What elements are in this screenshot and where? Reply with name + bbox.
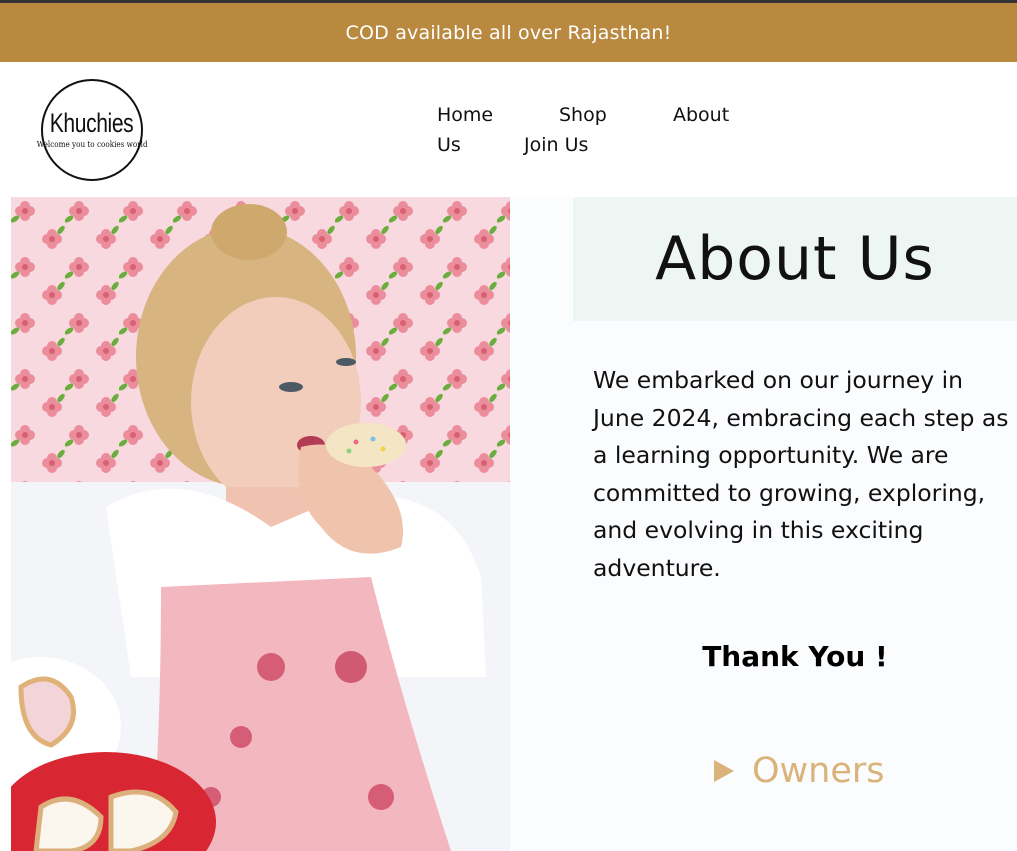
nav-home[interactable]: Home: [437, 104, 493, 126]
site-logo[interactable]: Khuchies Welcome you to cookies world: [37, 79, 147, 181]
owners-label: Owners: [752, 751, 885, 791]
about-description: We embarked on our journey in June 2024,…: [593, 366, 1009, 582]
site-header: Khuchies Welcome you to cookies world Ho…: [0, 62, 1017, 197]
nav-about-line2[interactable]: Us: [437, 134, 461, 156]
disclosure-triangle-icon: [714, 760, 734, 782]
owners-toggle[interactable]: Owners: [714, 751, 885, 791]
nav-shop[interactable]: Shop: [559, 104, 607, 126]
announcement-bar: COD available all over Rajasthan!: [0, 3, 1017, 62]
about-title: About Us: [655, 224, 935, 294]
nav-about-line1[interactable]: About: [673, 104, 729, 126]
logo-tagline: Welcome you to cookies world: [36, 140, 148, 150]
logo-name: Khuchies: [50, 108, 134, 138]
woman-eating-cookie-image: [11, 197, 510, 851]
announcement-text: COD available all over Rajasthan!: [345, 21, 672, 44]
nav-join-us[interactable]: Join Us: [524, 134, 588, 156]
about-title-box: About Us: [573, 197, 1017, 321]
thank-you-text: Thank You !: [702, 640, 888, 673]
